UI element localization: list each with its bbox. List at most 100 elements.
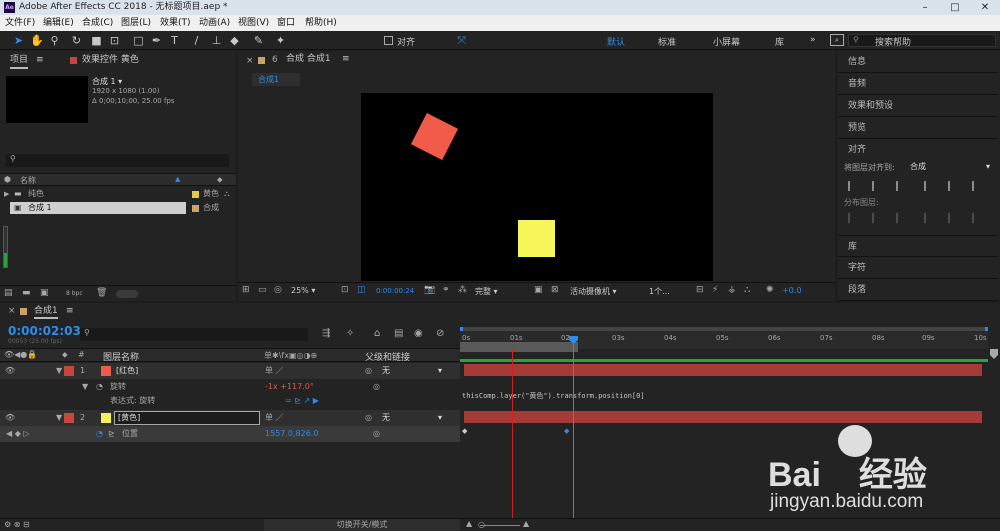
expression-text[interactable]: thisComp.layer("黄色").transform.position[…	[462, 391, 645, 401]
number-column-icon[interactable]: #	[78, 350, 85, 359]
project-menu-icon[interactable]: ≡	[36, 51, 44, 69]
align-vcenter-icon[interactable]	[948, 181, 958, 191]
comp-menu-icon[interactable]: ≡	[342, 51, 350, 67]
rectangle-tool-icon[interactable]: □	[132, 34, 145, 47]
align-to-dropdown[interactable]: 合成 ▾	[910, 161, 992, 173]
layer-label-swatch[interactable]	[64, 413, 74, 423]
panel-effects-presets[interactable]: 效果和预设	[838, 95, 998, 117]
tab-composition[interactable]: 合成 合成1	[286, 51, 331, 67]
distribute-vcenter-icon[interactable]	[872, 213, 882, 223]
draft-3d-icon[interactable]: ✧	[346, 328, 354, 339]
close-timeline-icon[interactable]: ×	[8, 306, 16, 316]
layer-name[interactable]: [黄色]	[118, 410, 140, 426]
keyframe-start-icon[interactable]: ◆	[462, 427, 467, 435]
panel-preview[interactable]: 预览	[838, 117, 998, 139]
tab-effect-controls[interactable]: 效果控件 黄色	[82, 51, 139, 69]
menu-window[interactable]: 窗口	[277, 15, 295, 31]
distribute-left-icon[interactable]	[924, 213, 934, 223]
close-icon[interactable]: ✕	[970, 0, 1000, 15]
search-box-icon[interactable]: ⌕	[830, 34, 844, 46]
align-checkbox[interactable]	[384, 36, 393, 45]
project-item-solids[interactable]: ▶ ▬ 纯色 黄色 ⛬	[0, 188, 236, 200]
puppet-tool-icon[interactable]: ✦	[274, 34, 287, 47]
visibility-icon[interactable]: 👁	[5, 363, 15, 379]
parent-dropdown[interactable]: 无 ▾	[382, 412, 442, 424]
pen-tool-icon[interactable]: ✒	[150, 34, 163, 47]
hand-tool-icon[interactable]: ✋	[30, 34, 44, 47]
motion-blur-icon[interactable]: ◉	[414, 328, 423, 339]
snap-icon[interactable]: ⤧	[455, 34, 468, 47]
workspace-standard[interactable]: 标准	[658, 35, 676, 48]
resolution-dropdown[interactable]: 完整 ▾	[475, 286, 498, 297]
layer-label-swatch[interactable]	[64, 366, 74, 376]
close-panel-icon[interactable]: ×	[246, 56, 254, 66]
align-top-icon[interactable]	[924, 181, 934, 191]
roto-brush-tool-icon[interactable]: ✎	[252, 34, 265, 47]
position-value[interactable]: 1557.0,826.0	[265, 426, 318, 442]
tab-timeline[interactable]: 合成1	[34, 303, 58, 319]
timeline-search-input[interactable]: ⚲	[80, 328, 308, 341]
align-bottom-icon[interactable]	[972, 181, 982, 191]
work-area-end-icon[interactable]	[990, 349, 998, 359]
zoom-dropdown[interactable]: 25% ▾	[291, 286, 315, 295]
exposure-icon[interactable]: ✺	[766, 285, 774, 295]
panel-audio[interactable]: 音频	[838, 73, 998, 95]
keyframe-nav-icon[interactable]: ◀ ◆ ▷	[6, 426, 30, 442]
menu-layer[interactable]: 图层(L)	[121, 15, 151, 31]
timeline-icon[interactable]: ⚶	[728, 285, 736, 295]
interpret-footage-icon[interactable]: ▤	[4, 288, 13, 298]
lock-icon[interactable]: 6	[272, 55, 278, 65]
layer-row-red[interactable]: 👁 ▼ 1 [红色] 单 ／ ◎ 无 ▾	[0, 363, 460, 379]
color-channels-icon[interactable]: ⁂	[458, 285, 467, 295]
comp-subtab[interactable]: 合成1	[252, 73, 300, 86]
bpc-label[interactable]: 8 bpc	[66, 290, 83, 297]
current-time-display[interactable]: 0:00:00:24	[376, 287, 414, 295]
type-column-icon[interactable]: ⬥	[217, 175, 223, 185]
sort-arrow-icon[interactable]: ▲	[175, 175, 180, 183]
parent-link-header[interactable]: 父级和链接	[365, 350, 410, 363]
stopwatch-icon[interactable]: ◔	[96, 426, 103, 442]
region-of-interest-icon[interactable]: ⊞	[242, 285, 250, 295]
menu-composition[interactable]: 合成(C)	[82, 15, 113, 31]
transparency-grid-icon[interactable]: ▣	[534, 285, 543, 295]
rotate-tool-icon[interactable]: ↻	[70, 34, 83, 47]
parent-pickwhip-icon[interactable]: ◎	[365, 410, 372, 426]
expand-arrow-icon[interactable]: ▶	[4, 188, 9, 200]
panel-paragraph[interactable]: 段落	[838, 279, 998, 301]
mask-icon[interactable]: ◎	[274, 285, 282, 295]
layer-switches-icon[interactable]: 单 ／	[265, 363, 284, 379]
menu-animation[interactable]: 动画(A)	[199, 15, 230, 31]
menu-file[interactable]: 文件(F)	[5, 15, 35, 31]
timeline-zoom-slider[interactable]	[480, 525, 520, 526]
flowchart-icon[interactable]: ⛬	[744, 285, 750, 295]
distribute-hcenter-icon[interactable]	[948, 213, 958, 223]
distribute-bottom-icon[interactable]	[896, 213, 906, 223]
exposure-value[interactable]: +0.0	[782, 286, 801, 295]
layer-name[interactable]: [红色]	[116, 363, 138, 379]
distribute-top-icon[interactable]	[848, 213, 858, 223]
workspace-small-screen[interactable]: 小屏幕	[713, 35, 740, 48]
zoom-tool-icon[interactable]: ⚲	[48, 34, 61, 47]
workspace-default[interactable]: 默认	[607, 35, 625, 48]
expand-panes-icons[interactable]: ⚙ ⊗ ⊟	[4, 520, 30, 529]
layer-name-header[interactable]: 图层名称	[103, 350, 139, 363]
menu-effect[interactable]: 效果(T)	[160, 15, 191, 31]
layer-switches-icon[interactable]: 单 ／	[265, 410, 284, 426]
more-workspaces-icon[interactable]: »	[810, 35, 816, 45]
fit-icon[interactable]: ⊡	[341, 285, 349, 295]
red-layer-bar[interactable]	[464, 364, 982, 376]
comp-flowchart-icon[interactable]: ⇶	[322, 328, 330, 339]
comp-viewer[interactable]	[361, 93, 713, 281]
layer-row-yellow[interactable]: 👁 ▼ 2 [黄色] 单 ／ ◎ 无 ▾	[0, 410, 460, 426]
toggle-guides-icon[interactable]: ◫	[357, 285, 366, 295]
yellow-solid-layer[interactable]	[518, 220, 555, 257]
zoom-in-icon[interactable]: ▲	[523, 519, 529, 528]
panel-info[interactable]: 信息	[838, 51, 998, 73]
new-folder-icon[interactable]: ▬	[22, 288, 31, 298]
views-dropdown[interactable]: 1个...	[649, 286, 670, 297]
pan-behind-tool-icon[interactable]: ⊡	[108, 34, 121, 47]
menu-help[interactable]: 帮助(H)	[305, 15, 337, 31]
show-snapshot-icon[interactable]: ⚭	[442, 285, 450, 295]
red-solid-layer[interactable]	[410, 112, 459, 161]
panel-align[interactable]: 对齐	[838, 139, 998, 161]
